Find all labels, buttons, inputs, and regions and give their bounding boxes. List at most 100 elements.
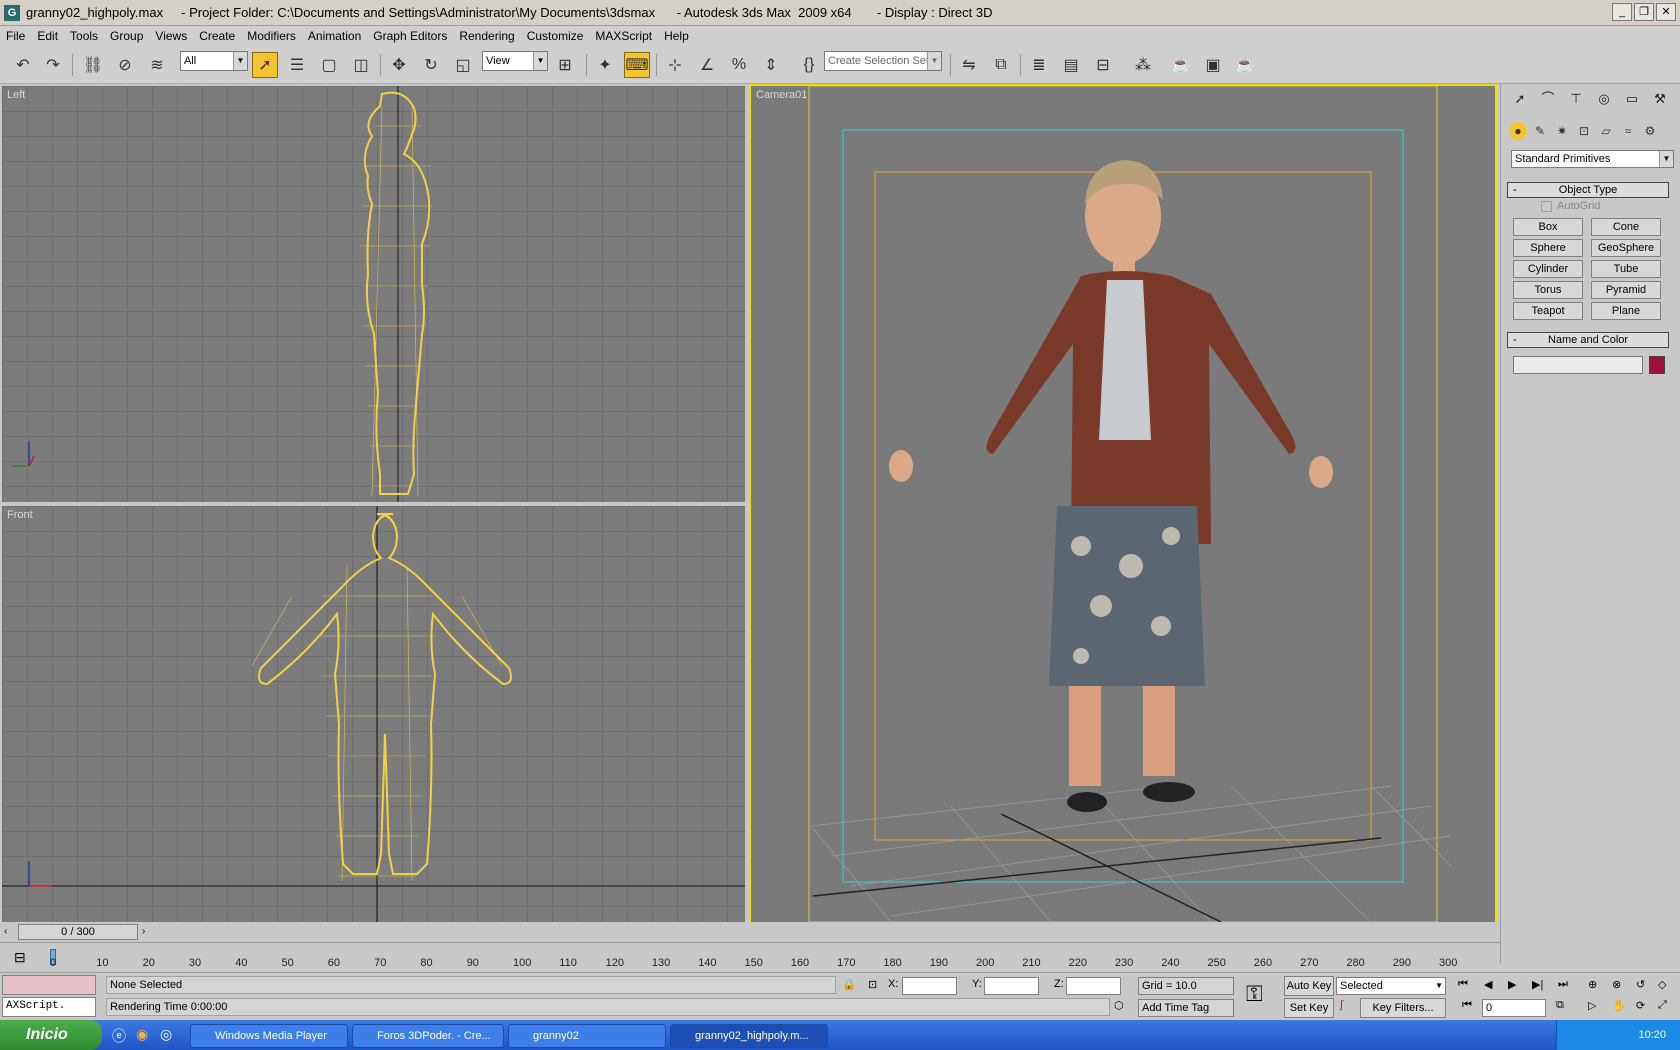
curve-editor-icon[interactable]: ▤	[1058, 52, 1084, 78]
pivot-center-icon[interactable]: ⊞	[552, 52, 578, 78]
key-mode-toggle-icon[interactable]: ⏮	[1462, 999, 1472, 1012]
y-coordinate-field[interactable]	[984, 977, 1039, 995]
align-icon[interactable]: ⧉	[988, 52, 1014, 78]
select-object-icon[interactable]: ➚	[252, 52, 278, 78]
set-key-button[interactable]: Set Key	[1284, 998, 1334, 1018]
space-warps-icon[interactable]: ≈	[1619, 122, 1637, 140]
menu-maxscript[interactable]: MAXScript	[595, 29, 652, 43]
object-name-field[interactable]	[1513, 356, 1643, 374]
prev-frame-icon[interactable]: ◀	[1484, 978, 1492, 991]
maxscript-mini-input[interactable]: AXScript.	[2, 997, 96, 1017]
display-tab-icon[interactable]: ▭	[1621, 88, 1643, 110]
play-icon[interactable]: ▶	[1508, 978, 1516, 991]
task-granny02-highpoly[interactable]: granny02_highpoly.m...	[670, 1024, 828, 1048]
bind-spacewarp-icon[interactable]: ≋	[144, 52, 170, 78]
spinner-snap-icon[interactable]: ⇕	[758, 52, 784, 78]
viewport-front[interactable]: Front	[2, 506, 745, 922]
box-button[interactable]: Box	[1513, 218, 1583, 236]
time-slider-prev-icon[interactable]: ‹	[4, 926, 7, 937]
cone-button[interactable]: Cone	[1591, 218, 1661, 236]
move-icon[interactable]: ✥	[386, 52, 412, 78]
snaps-toggle-icon[interactable]: ⊹	[662, 52, 688, 78]
rendered-frame-window-icon[interactable]: ▣	[1200, 52, 1226, 78]
time-slider-next-icon[interactable]: ›	[142, 926, 145, 937]
viewport-left[interactable]: Left	[2, 86, 745, 502]
z-coordinate-field[interactable]	[1066, 977, 1121, 995]
rotate-icon[interactable]: ↻	[418, 52, 444, 78]
lights-icon[interactable]: ✷	[1553, 122, 1571, 140]
angle-snap-icon[interactable]: ∠	[694, 52, 720, 78]
zoom-icon[interactable]: ⊕	[1588, 978, 1597, 991]
viewport-camera[interactable]: Camera01	[749, 84, 1497, 924]
time-configuration-icon[interactable]: ⧉	[1556, 999, 1564, 1012]
undo-icon[interactable]: ↶	[10, 52, 36, 78]
material-editor-icon[interactable]: ⁂	[1130, 52, 1156, 78]
current-frame-field[interactable]: 0	[1482, 999, 1546, 1017]
restore-button[interactable]: ❐	[1634, 3, 1654, 21]
object-category-dropdown[interactable]: Standard Primitives ▼	[1511, 150, 1674, 168]
modify-tab-icon[interactable]: ⌒	[1537, 88, 1559, 110]
track-bar[interactable]: ⊟ 0 10 20 30 40 50 60 70 80 90 100 110 120 130 140 150 1…	[0, 942, 1500, 970]
plane-button[interactable]: Plane	[1591, 302, 1661, 320]
x-coordinate-field[interactable]	[902, 977, 957, 995]
default-tangent-icon[interactable]: ∫	[1340, 999, 1343, 1011]
create-tab-icon[interactable]: ➚	[1509, 88, 1531, 110]
menu-graph-editors[interactable]: Graph Editors	[373, 29, 447, 43]
goto-start-icon[interactable]: ⏮	[1458, 978, 1468, 991]
render-setup-icon[interactable]: ☕	[1168, 52, 1194, 78]
unlink-icon[interactable]: ⊘	[112, 52, 138, 78]
arc-rotate-icon[interactable]: ⟳	[1636, 999, 1645, 1012]
lock-selection-icon[interactable]: 🔒	[842, 978, 856, 991]
time-slider[interactable]: ‹ 0 / 300 ›	[0, 922, 1500, 942]
select-link-icon[interactable]: ⛓	[80, 52, 106, 78]
set-key-icon[interactable]: ⚿	[1246, 981, 1263, 1007]
sphere-button[interactable]: Sphere	[1513, 239, 1583, 257]
select-by-name-icon[interactable]: ☰	[284, 52, 310, 78]
object-color-swatch[interactable]	[1649, 356, 1665, 374]
rectangular-selection-icon[interactable]: ▢	[316, 52, 342, 78]
scale-icon[interactable]: ◱	[450, 52, 476, 78]
menu-group[interactable]: Group	[110, 29, 143, 43]
dolly-icon[interactable]: ▷	[1588, 999, 1596, 1012]
select-manipulate-icon[interactable]: ✦	[592, 52, 618, 78]
menu-views[interactable]: Views	[155, 29, 187, 43]
layer-manager-icon[interactable]: ≣	[1026, 52, 1052, 78]
menu-help[interactable]: Help	[664, 29, 689, 43]
absolute-mode-icon[interactable]: ⊡	[868, 978, 877, 991]
object-type-rollout[interactable]: - Object Type	[1507, 182, 1669, 198]
key-filters-button[interactable]: Key Filters...	[1360, 998, 1446, 1018]
menu-modifiers[interactable]: Modifiers	[247, 29, 296, 43]
reference-coordinate-dropdown[interactable]: View ▼	[482, 51, 548, 71]
mini-curve-editor-icon[interactable]: ⊟	[14, 949, 26, 966]
utilities-tab-icon[interactable]: ⚒	[1649, 88, 1671, 110]
quick-render-icon[interactable]: ☕	[1232, 52, 1258, 78]
shapes-icon[interactable]: ✎	[1531, 122, 1549, 140]
goto-end-icon[interactable]: ⏭	[1558, 978, 1568, 991]
tube-button[interactable]: Tube	[1591, 260, 1661, 278]
orbit-icon[interactable]: ↺	[1636, 978, 1645, 991]
selection-filter-dropdown[interactable]: All ▼	[180, 51, 248, 71]
edit-named-selection-icon[interactable]: {}	[796, 52, 822, 78]
menu-animation[interactable]: Animation	[308, 29, 361, 43]
task-windows-media-player[interactable]: Windows Media Player	[190, 1024, 348, 1048]
motion-tab-icon[interactable]: ◎	[1593, 88, 1615, 110]
mirror-icon[interactable]: ⇋	[956, 52, 982, 78]
task-foros-3dpoder[interactable]: Foros 3DPoder. - Cre...	[352, 1024, 504, 1048]
menu-customize[interactable]: Customize	[527, 29, 584, 43]
teapot-button[interactable]: Teapot	[1513, 302, 1583, 320]
geosphere-button[interactable]: GeoSphere	[1591, 239, 1661, 257]
close-button[interactable]: ✕	[1656, 3, 1676, 21]
schematic-view-icon[interactable]: ⊟	[1090, 52, 1116, 78]
add-time-tag[interactable]: Add Time Tag	[1138, 999, 1234, 1017]
keyboard-shortcut-override-icon[interactable]: ⌨	[624, 52, 650, 78]
maxscript-listener-mini[interactable]	[2, 975, 96, 995]
cameras-icon[interactable]: ⊡	[1575, 122, 1593, 140]
start-button[interactable]: Inicio	[0, 1020, 102, 1050]
autogrid-checkbox[interactable]: AutoGrid	[1541, 200, 1600, 212]
menu-rendering[interactable]: Rendering	[459, 29, 514, 43]
percent-snap-icon[interactable]: %	[726, 52, 752, 78]
menu-tools[interactable]: Tools	[70, 29, 98, 43]
quicklaunch-media-icon[interactable]: ◎	[160, 1026, 172, 1043]
redo-icon[interactable]: ↷	[40, 52, 66, 78]
torus-button[interactable]: Torus	[1513, 281, 1583, 299]
